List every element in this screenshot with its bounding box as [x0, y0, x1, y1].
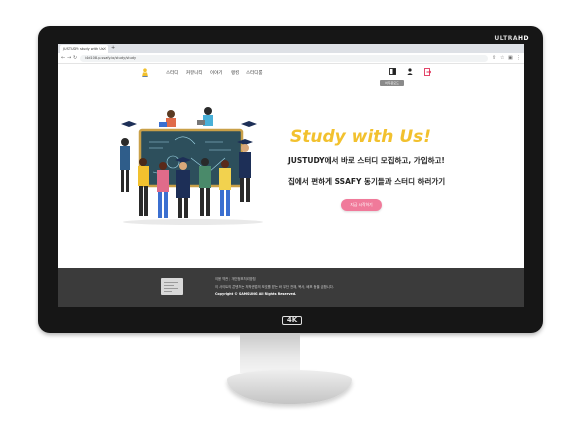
- back-arrow-icon[interactable]: ←: [61, 55, 65, 62]
- url-input[interactable]: i4d108.p.ssafy.io/study/study: [80, 55, 488, 62]
- footer-copyright: Copyright © SAMSUNG All Rights Reserved.: [215, 292, 297, 296]
- hero-title: Study with Us!: [290, 127, 431, 147]
- hero-subtitle-line1: JUSTUDY에서 바로 스터디 모집하고, 가입하고!: [288, 156, 445, 165]
- menu-icon[interactable]: ⋮: [516, 55, 521, 62]
- tab-title: JUSTUDY: study with Us: [63, 47, 104, 51]
- monitor-brand-label: ULTRAHD: [494, 35, 529, 42]
- star-icon[interactable]: ☆: [500, 55, 504, 62]
- monitor-4k-logo: 4K: [282, 316, 302, 325]
- menu-item-study[interactable]: 스터디: [166, 70, 178, 76]
- monitor-stand-base: [227, 370, 352, 404]
- footer-links: 이용 약관 | 개인정보처리방침: [215, 276, 256, 281]
- new-tab-icon[interactable]: +: [111, 45, 115, 52]
- footer-description: 이 사이트의 콘텐츠는 저작권법의 보호를 받는 바 무단 전재, 복사, 배포…: [215, 285, 334, 289]
- browser-address-bar: ← → ↻ i4d108.p.ssafy.io/study/study ⇪ ☆ …: [58, 53, 524, 64]
- site-logo-icon[interactable]: [141, 68, 149, 77]
- site-navbar: 스터디 커뮤니티 이야기 랭킹 스터디룸: [58, 64, 524, 82]
- monitor-screen: JUSTUDY: study with Us × + ← → ↻ i4d108.…: [58, 44, 524, 307]
- reload-icon[interactable]: ↻: [73, 55, 77, 62]
- students-chalkboard-illustration: [120, 107, 263, 225]
- start-now-button[interactable]: 지금 시작하기: [341, 199, 382, 211]
- tab-close-icon[interactable]: ×: [103, 45, 106, 53]
- browser-tab-bar: JUSTUDY: study with Us × +: [58, 44, 524, 53]
- terms-link[interactable]: 이용 약관: [215, 277, 228, 281]
- menu-item-community[interactable]: 커뮤니티: [186, 70, 203, 76]
- ssafy-footer-logo: [161, 278, 183, 295]
- share-icon[interactable]: ⇪: [492, 55, 496, 62]
- dark-mode-tooltip: 어두운모드: [380, 80, 404, 86]
- menu-item-ranking[interactable]: 랭킹: [231, 70, 239, 76]
- user-icon[interactable]: [407, 68, 413, 75]
- monitor-stand-neck: [240, 333, 300, 373]
- hero-subtitle-line2: 집에서 편하게 SSAFY 동기들과 스터디 하러가기: [288, 177, 446, 186]
- site-footer: 이용 약관 | 개인정보처리방침 이 사이트의 콘텐츠는 저작권법의 보호를 받…: [58, 268, 524, 307]
- extension-icon[interactable]: ▣: [508, 55, 513, 62]
- menu-item-studyroom[interactable]: 스터디룸: [246, 70, 263, 76]
- dark-mode-icon[interactable]: [389, 68, 396, 75]
- menu-item-story[interactable]: 이야기: [210, 70, 222, 76]
- logout-icon[interactable]: [424, 68, 431, 76]
- privacy-link[interactable]: 개인정보처리방침: [231, 277, 255, 281]
- forward-arrow-icon[interactable]: →: [67, 55, 71, 62]
- browser-tab[interactable]: JUSTUDY: study with Us ×: [60, 45, 108, 53]
